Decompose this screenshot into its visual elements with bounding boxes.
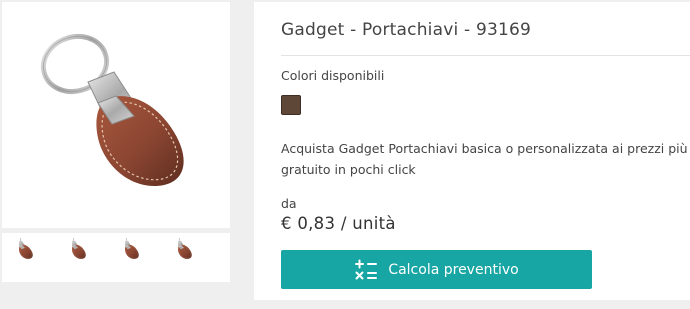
thumbnail-4[interactable] <box>178 238 214 278</box>
product-description: Acquista Gadget Portachiavi basica o per… <box>281 141 688 177</box>
keychain-thumbnail <box>125 238 161 278</box>
product-info-panel: Gadget - Portachiavi - 93169 Colori disp… <box>254 2 690 300</box>
divider <box>281 55 690 56</box>
product-title: Gadget - Portachiavi - 93169 <box>281 20 532 40</box>
keychain-thumbnail <box>178 238 214 278</box>
price-from-label: da <box>281 196 297 211</box>
keychain-image <box>2 2 230 228</box>
product-main-image[interactable] <box>2 2 230 228</box>
keychain-thumbnail <box>19 238 55 278</box>
calculator-icon <box>355 259 378 279</box>
thumbnail-strip <box>2 233 230 282</box>
keychain-thumbnail <box>72 238 108 278</box>
thumbnail-3[interactable] <box>125 238 161 278</box>
thumbnail-2[interactable] <box>72 238 108 278</box>
product-price: € 0,83 / unità <box>281 214 396 233</box>
colors-label: Colori disponibili <box>281 68 385 83</box>
calculate-quote-button[interactable]: Calcola preventivo <box>281 250 592 289</box>
color-swatch-brown[interactable] <box>281 95 301 115</box>
calculate-quote-label: Calcola preventivo <box>388 261 519 278</box>
thumbnail-1[interactable] <box>19 238 55 278</box>
